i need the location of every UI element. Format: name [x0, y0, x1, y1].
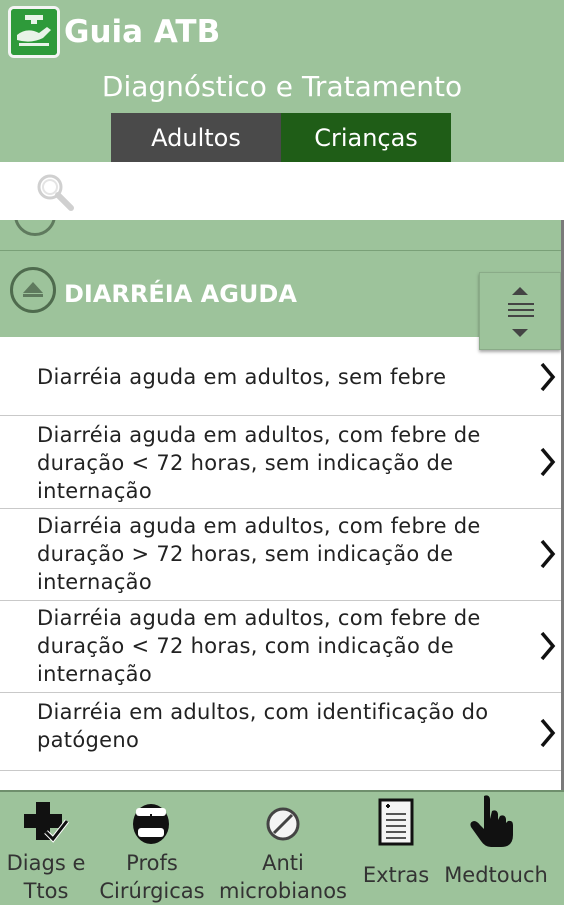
nav-diags-ttos[interactable]: Diags e Ttos — [0, 792, 92, 903]
list-item-label: Diarréia aguda em adultos, com febre de … — [37, 604, 507, 688]
subtitle-text: Diagnóstico e Tratamento — [101, 70, 463, 103]
nav-label: Anti — [262, 851, 304, 875]
grip-line — [508, 309, 534, 311]
search-input[interactable] — [0, 162, 564, 220]
diagnosis-list: Diarréia aguda em adultos, sem febre Dia… — [0, 337, 561, 771]
list-item-line: Diarréia aguda em adultos, com febre de — [37, 423, 481, 447]
hand-pointer-icon — [470, 795, 513, 847]
list-item[interactable]: Diarréia aguda em adultos, com febre de … — [0, 509, 561, 601]
tab-adultos[interactable]: Adultos — [111, 113, 281, 162]
app-logo-icon — [8, 6, 60, 58]
surgeon-icon — [133, 804, 169, 844]
page-subtitle: Diagnóstico e Tratamento — [0, 68, 564, 106]
antimicrobial-icon — [266, 807, 300, 841]
list-item[interactable]: Diarréia aguda em adultos, com febre de … — [0, 601, 561, 693]
list-item-line: internação — [37, 479, 153, 503]
collapse-icon[interactable] — [10, 267, 56, 313]
nav-label: Extras — [362, 863, 430, 887]
tab-criancas[interactable]: Crianças — [281, 113, 451, 162]
app-header: Guia ATB Diagnóstico e Tratamento Adulto… — [0, 0, 564, 162]
medical-cross-check-icon — [24, 802, 69, 843]
age-tabs: Adultos Crianças — [111, 113, 451, 162]
list-item-line: duração > 72 horas, sem indicação de — [37, 542, 454, 566]
nav-label: Profs — [126, 851, 178, 875]
nav-medtouch[interactable]: Medtouch — [440, 792, 552, 902]
nav-label: microbianos — [219, 879, 347, 903]
list-item-line: Diarréia em adultos, com identificação d… — [37, 700, 489, 724]
content-list: DIARRÉIA AGUDA Diarréia aguda em adultos… — [0, 220, 564, 790]
grip-line — [508, 303, 534, 305]
nav-extras[interactable]: Extras — [356, 792, 436, 902]
section-title: DIARRÉIA AGUDA — [64, 280, 297, 308]
previous-section-header[interactable] — [0, 220, 561, 251]
list-item-line: duração < 72 horas, com indicação de — [37, 634, 454, 658]
list-item-line: duração < 72 horas, sem indicação de — [37, 451, 454, 475]
nav-label: Medtouch — [444, 863, 548, 887]
nav-label: Diags e — [6, 851, 86, 875]
list-item[interactable]: Diarréia em adultos, com identificação d… — [0, 693, 561, 771]
expand-icon — [14, 220, 56, 236]
list-item-line: Diarréia aguda em adultos, com febre de — [37, 606, 481, 630]
list-item[interactable]: Diarréia aguda em adultos, com febre de … — [0, 416, 561, 509]
list-item-label: Diarréia aguda em adultos, com febre de … — [37, 512, 507, 596]
grip-line — [508, 315, 534, 317]
fast-scroll-handle[interactable] — [479, 272, 561, 350]
scroll-down-icon — [512, 329, 528, 337]
list-item-label: Diarréia aguda em adultos, com febre de … — [37, 421, 507, 505]
nav-label: Ttos — [23, 879, 69, 903]
list-item-line: Diarréia aguda em adultos, com febre de — [37, 514, 481, 538]
chevron-right-icon — [540, 362, 556, 392]
app-title: Guia ATB — [64, 14, 221, 50]
chevron-right-icon — [540, 631, 556, 661]
search-icon[interactable] — [33, 170, 77, 214]
list-item-label: Diarréia em adultos, com identificação d… — [37, 698, 507, 754]
list-item-line: internação — [37, 570, 153, 594]
scroll-up-icon — [512, 287, 528, 295]
list-item-line: Diarréia aguda em adultos, sem febre — [37, 365, 447, 389]
list-item-line: patógeno — [37, 728, 140, 752]
chevron-right-icon — [540, 447, 556, 477]
document-list-icon — [378, 798, 414, 846]
list-item-line: internação — [37, 662, 153, 686]
nav-profs-cirurgicas[interactable]: Profs Cirúrgicas — [96, 792, 208, 903]
bottom-navigation: Diags e Ttos Profs Cirúrgicas Anti micro… — [0, 790, 564, 903]
list-item-label: Diarréia aguda em adultos, sem febre — [37, 363, 507, 391]
nav-anti-microbianos[interactable]: Anti microbianos — [218, 792, 348, 903]
nav-label: Cirúrgicas — [99, 879, 205, 903]
chevron-right-icon — [540, 718, 556, 748]
chevron-right-icon — [540, 539, 556, 569]
